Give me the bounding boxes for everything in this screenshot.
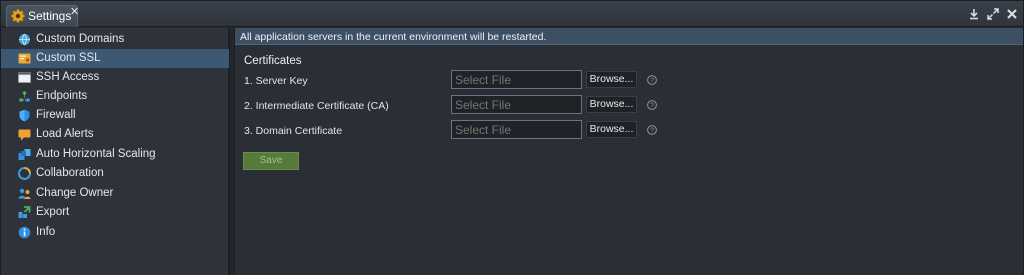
- collaboration-icon: [18, 167, 31, 180]
- sidebar-item-label: Export: [36, 206, 70, 218]
- tab-settings-label: Settings: [28, 9, 72, 23]
- sidebar-item-label: Change Owner: [36, 187, 114, 199]
- sidebar-item-export[interactable]: Export: [1, 203, 229, 222]
- custom-ssl-icon: [18, 53, 31, 64]
- shield-icon: [19, 109, 30, 122]
- sidebar-item-label: Collaboration: [36, 167, 104, 179]
- sidebar-item-load-alerts[interactable]: Load Alerts: [1, 125, 229, 144]
- expand-icon[interactable]: [987, 8, 999, 20]
- sidebar-item-label: Load Alerts: [36, 128, 94, 140]
- sidebar-item-endpoints[interactable]: Endpoints: [1, 87, 229, 106]
- sidebar-item-custom-ssl[interactable]: Custom SSL: [1, 49, 229, 68]
- sidebar-item-custom-domains[interactable]: Custom Domains: [1, 30, 229, 49]
- download-icon[interactable]: [968, 8, 980, 20]
- restart-notice-text: All application servers in the current e…: [240, 31, 547, 43]
- help-icon[interactable]: ?: [647, 125, 657, 135]
- change-owner-icon: [18, 188, 31, 199]
- sidebar-item-label: Custom Domains: [36, 33, 125, 45]
- sidebar-item-label: Auto Horizontal Scaling: [36, 148, 156, 160]
- svg-text:?: ?: [650, 103, 654, 110]
- sidebar-item-label: Endpoints: [36, 90, 88, 102]
- export-icon: [18, 206, 31, 218]
- scaling-icon: [18, 149, 31, 160]
- endpoints-icon: [19, 91, 30, 102]
- title-bar: Settings ✕: [1, 1, 1023, 27]
- intermediate-certificate-browse-button[interactable]: Browse...: [586, 96, 637, 113]
- domain-certificate-browse-button[interactable]: Browse...: [586, 121, 637, 138]
- server-key-input[interactable]: [451, 70, 582, 89]
- sidebar-item-ssh-access[interactable]: SSH Access: [1, 68, 229, 87]
- sidebar-item-change-owner[interactable]: Change Owner: [1, 184, 229, 203]
- intermediate-certificate-input[interactable]: [451, 95, 582, 114]
- sidebar-item-collaboration[interactable]: Collaboration: [1, 164, 229, 183]
- gear-icon: [11, 9, 25, 23]
- info-icon: [18, 226, 31, 239]
- server-key-browse-button[interactable]: Browse...: [586, 71, 637, 88]
- help-icon[interactable]: ?: [647, 100, 657, 110]
- intermediate-certificate-label: 2. Intermediate Certificate (CA): [244, 100, 389, 112]
- domain-certificate-label: 3. Domain Certificate: [244, 125, 343, 137]
- restart-notice-bar: All application servers in the current e…: [235, 28, 1023, 45]
- sidebar-item-auto-horizontal-scaling[interactable]: Auto Horizontal Scaling: [1, 145, 229, 164]
- sidebar-item-label: Firewall: [36, 109, 76, 121]
- certificates-title: Certificates: [244, 55, 302, 67]
- sidebar-item-label: Info: [36, 226, 56, 238]
- main-panel: All application servers in the current e…: [235, 28, 1023, 275]
- sidebar-item-firewall[interactable]: Firewall: [1, 106, 229, 125]
- load-alerts-icon: [18, 129, 31, 141]
- svg-text:?: ?: [650, 128, 654, 135]
- sidebar-item-label: Custom SSL: [36, 52, 101, 64]
- close-icon[interactable]: [1006, 8, 1018, 20]
- ssh-terminal-icon: [18, 72, 31, 83]
- domain-certificate-input[interactable]: [451, 120, 582, 139]
- sidebar: Custom Domains Custom SSL SSH Access End…: [1, 28, 229, 275]
- tab-close-icon[interactable]: ✕: [70, 6, 79, 18]
- save-button[interactable]: Save: [243, 152, 299, 170]
- server-key-label: 1. Server Key: [244, 75, 308, 87]
- sidebar-item-info[interactable]: Info: [1, 223, 229, 242]
- sidebar-item-label: SSH Access: [36, 71, 100, 83]
- settings-window: Settings ✕ Custom Domains Custom SSL SSH…: [0, 0, 1024, 275]
- tab-settings[interactable]: Settings ✕: [6, 5, 79, 27]
- help-icon[interactable]: ?: [647, 75, 657, 85]
- svg-text:?: ?: [650, 78, 654, 85]
- custom-domains-icon: [19, 33, 30, 46]
